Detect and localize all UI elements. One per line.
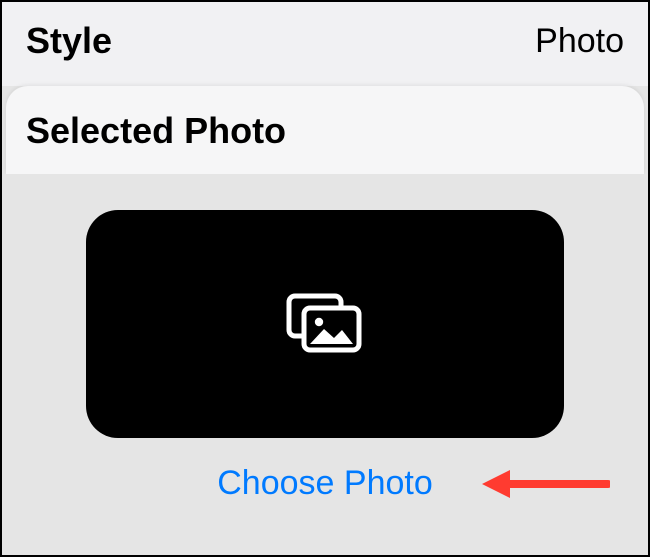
style-value: Photo: [535, 22, 624, 61]
content-area: Choose Photo: [2, 174, 648, 503]
choose-photo-row: Choose Photo: [26, 464, 624, 503]
style-label: Style: [26, 20, 112, 62]
selected-photo-title: Selected Photo: [26, 110, 624, 152]
photos-icon: [286, 293, 364, 355]
photo-preview[interactable]: [86, 210, 564, 438]
selected-photo-header: Selected Photo: [6, 86, 644, 174]
annotation-arrow-icon: [480, 466, 610, 502]
style-row[interactable]: Style Photo: [2, 2, 648, 86]
choose-photo-button[interactable]: Choose Photo: [217, 464, 433, 503]
